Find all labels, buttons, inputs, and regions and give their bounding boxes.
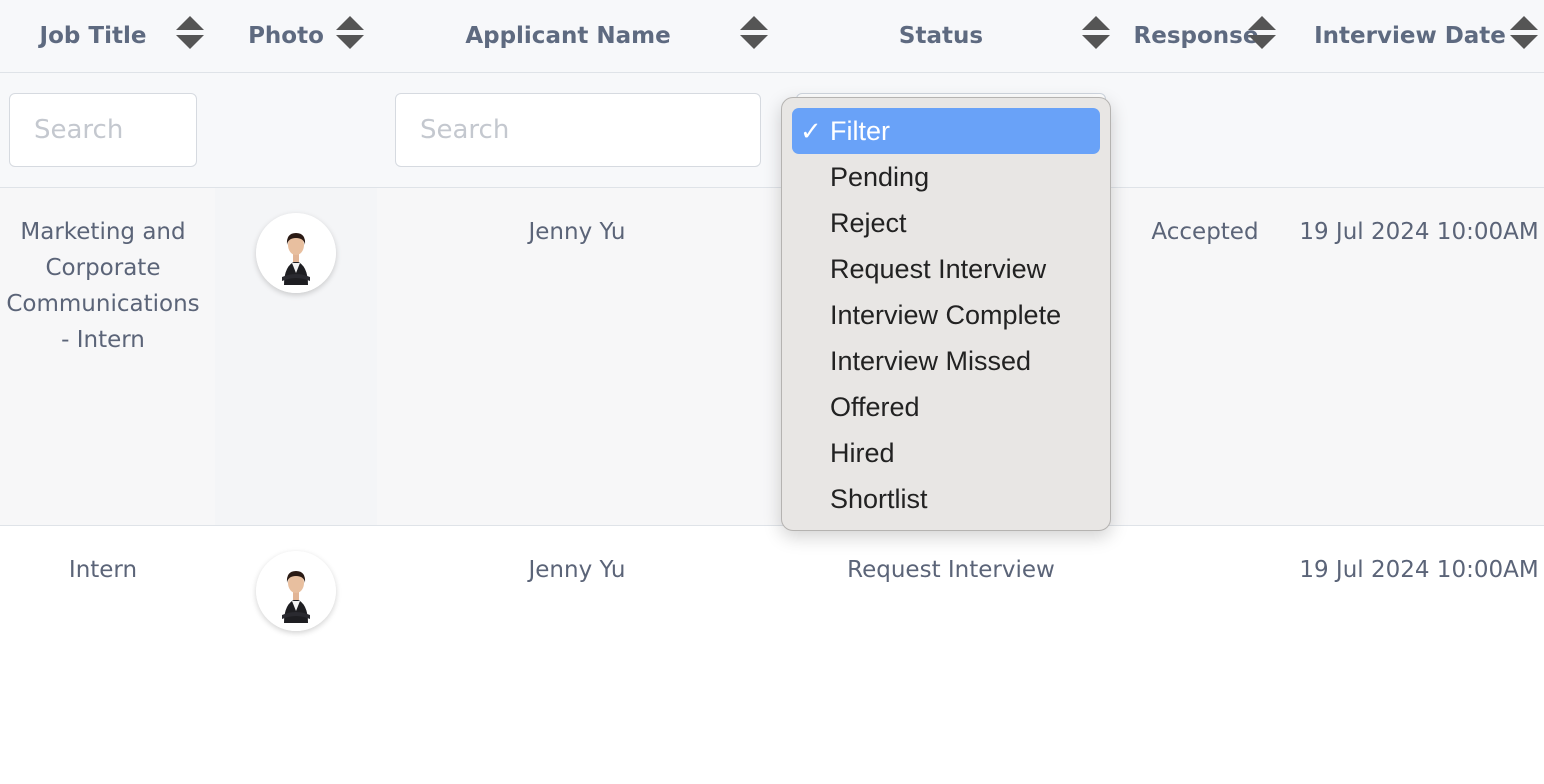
job-title-cell: Intern (68, 557, 138, 583)
sort-icon[interactable] (335, 16, 365, 50)
sort-icon[interactable] (739, 16, 769, 50)
status-option-reject[interactable]: Reject (792, 200, 1100, 246)
filter-row (0, 73, 1544, 188)
table-header: Job Title Photo Applicant Name Status Re… (0, 0, 1544, 73)
table-row[interactable]: Marketing and Corporate Communications -… (0, 188, 1544, 526)
column-header-applicant-name[interactable]: Applicant Name (396, 0, 740, 72)
status-dropdown-menu[interactable]: ✓ Filter Pending Reject Request Intervie… (781, 97, 1111, 531)
status-option-hired[interactable]: Hired (792, 430, 1100, 476)
sort-icon[interactable] (1247, 16, 1277, 50)
person-avatar-icon (256, 551, 336, 631)
applicant-photo (256, 551, 336, 631)
sort-icon[interactable] (1081, 16, 1111, 50)
status-option-offered[interactable]: Offered (792, 384, 1100, 430)
applicant-photo (256, 213, 336, 293)
job-title-search-input[interactable] (9, 93, 197, 167)
status-option-filter[interactable]: ✓ Filter (792, 108, 1100, 154)
column-header-status[interactable]: Status (796, 0, 1086, 72)
sort-icon[interactable] (175, 16, 205, 50)
table-row[interactable]: Intern Jenny Yu Request Interview 19 Jul… (0, 526, 1544, 784)
status-option-request-interview[interactable]: Request Interview (792, 246, 1100, 292)
column-header-interview-date[interactable]: Interview Date (1310, 0, 1510, 72)
interview-date-cell: 19 Jul 2024 10:00AM (1299, 219, 1539, 245)
job-title-cell: Marketing and Corporate Communications -… (6, 219, 200, 353)
status-option-interview-missed[interactable]: Interview Missed (792, 338, 1100, 384)
applicant-name-cell: Jenny Yu (528, 219, 626, 245)
column-header-response[interactable]: Response (1130, 0, 1262, 72)
status-option-pending[interactable]: Pending (792, 154, 1100, 200)
status-option-interview-complete[interactable]: Interview Complete (792, 292, 1100, 338)
checkmark-icon: ✓ (800, 116, 822, 146)
applicant-name-cell: Jenny Yu (528, 557, 626, 583)
column-header-photo[interactable]: Photo (236, 0, 336, 72)
person-avatar-icon (256, 213, 336, 293)
response-cell: Accepted (1151, 219, 1259, 245)
applicant-name-search-input[interactable] (395, 93, 761, 167)
status-option-shortlist[interactable]: Shortlist (792, 476, 1100, 522)
status-cell: Request Interview (847, 557, 1055, 583)
sort-icon[interactable] (1509, 16, 1539, 50)
interview-date-cell: 19 Jul 2024 10:00AM (1299, 557, 1539, 583)
column-header-job-title[interactable]: Job Title (0, 0, 186, 72)
